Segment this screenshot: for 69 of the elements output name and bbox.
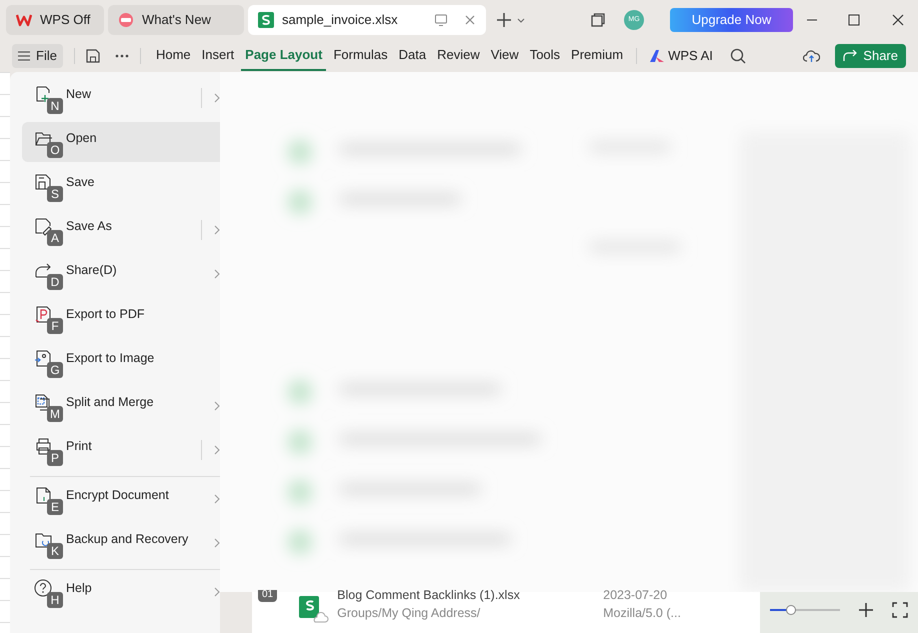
fullscreen-icon[interactable] — [892, 602, 908, 618]
document-tab[interactable]: WPS Off — [6, 5, 104, 35]
shortcut-key-badge: S — [47, 186, 63, 202]
file-menu-button[interactable]: File — [12, 44, 63, 68]
shortcut-key-badge: E — [47, 499, 63, 515]
document-tab[interactable]: What's New — [108, 5, 244, 35]
zoom-slider[interactable] — [770, 604, 840, 614]
file-date: 2023-07-20 — [603, 587, 668, 604]
menu-item[interactable]: D Share(D) — [22, 254, 220, 294]
menu-item[interactable]: K Backup and Recovery — [22, 523, 220, 563]
ai-logo-icon — [650, 50, 664, 62]
cloud-upload-icon[interactable] — [803, 49, 820, 63]
upgrade-button[interactable]: Upgrade Now — [670, 8, 793, 32]
wps-logo-icon — [16, 12, 32, 28]
menu-item[interactable]: F Export to PDF — [22, 298, 220, 338]
file-name[interactable]: Blog Comment Backlinks (1).xlsx — [337, 586, 596, 604]
ribbon-tab[interactable]: Formulas — [329, 41, 392, 71]
file-source: Mozilla/5.0 (... — [603, 605, 681, 622]
menu-item[interactable]: S Save — [22, 166, 220, 206]
share-icon — [843, 50, 858, 62]
more-icon[interactable] — [114, 54, 129, 58]
document-tab[interactable]: sample_invoice.xlsx — [248, 5, 486, 35]
shortcut-key-badge: A — [47, 230, 63, 246]
menu-item[interactable]: N New — [22, 78, 220, 118]
close-icon[interactable] — [892, 14, 904, 26]
chevron-right-icon[interactable] — [214, 538, 220, 548]
index-badge: 01 — [258, 590, 278, 602]
menu-item[interactable]: G Export to Image — [22, 342, 220, 382]
new-tab-icon[interactable] — [496, 12, 512, 28]
search-icon[interactable] — [730, 48, 746, 64]
ribbon-tab[interactable]: Tools — [526, 41, 564, 71]
chevron-right-icon[interactable] — [214, 269, 220, 279]
shortcut-key-badge: F — [47, 318, 63, 334]
chevron-right-icon[interactable] — [214, 401, 220, 411]
chevron-right-icon[interactable] — [214, 494, 220, 504]
shortcut-key-badge: N — [47, 98, 63, 114]
shortcut-key-badge: P — [47, 450, 63, 466]
monitor-icon[interactable] — [434, 13, 448, 27]
menu-icon — [18, 51, 30, 61]
zoom-in-icon[interactable] — [858, 602, 874, 618]
save-icon[interactable] — [86, 49, 100, 63]
chevron-right-icon[interactable] — [214, 445, 220, 455]
ribbon-tab[interactable]: Review — [433, 41, 484, 71]
menu-item[interactable]: E Encrypt Document — [22, 479, 220, 519]
chevron-right-icon[interactable] — [214, 225, 220, 235]
shortcut-key-badge: M — [47, 406, 63, 422]
menu-item[interactable]: O Open — [22, 122, 220, 162]
share-button[interactable]: Share — [835, 44, 906, 68]
shortcut-key-badge: K — [47, 543, 63, 559]
shortcut-key-badge: O — [47, 142, 63, 158]
chevron-right-icon[interactable] — [214, 93, 220, 103]
maximize-icon[interactable] — [848, 14, 860, 26]
shortcut-key-badge: G — [47, 362, 63, 378]
menu-item[interactable]: A Save As — [22, 210, 220, 250]
ribbon-tab[interactable]: Premium — [567, 41, 628, 71]
shortcut-key-badge: D — [47, 274, 63, 290]
file-path: Groups/My Qing Address/ — [337, 605, 482, 622]
spreadsheet-icon — [258, 12, 274, 28]
ribbon-tab[interactable]: Data — [394, 41, 430, 71]
window-switch-icon[interactable] — [590, 12, 606, 28]
wps-ai-button[interactable]: WPS AI — [646, 46, 717, 66]
menu-item[interactable]: P Print — [22, 430, 220, 470]
chevron-right-icon[interactable] — [214, 587, 220, 597]
ribbon-tab[interactable]: Insert — [198, 41, 238, 71]
menu-item[interactable]: M Split and Merge — [22, 386, 220, 426]
ribbon-tab[interactable]: Home — [152, 41, 195, 71]
ribbon-tab[interactable]: View — [486, 41, 523, 71]
menu-item[interactable]: H Help — [22, 572, 220, 612]
shortcut-key-badge: H — [47, 592, 63, 608]
